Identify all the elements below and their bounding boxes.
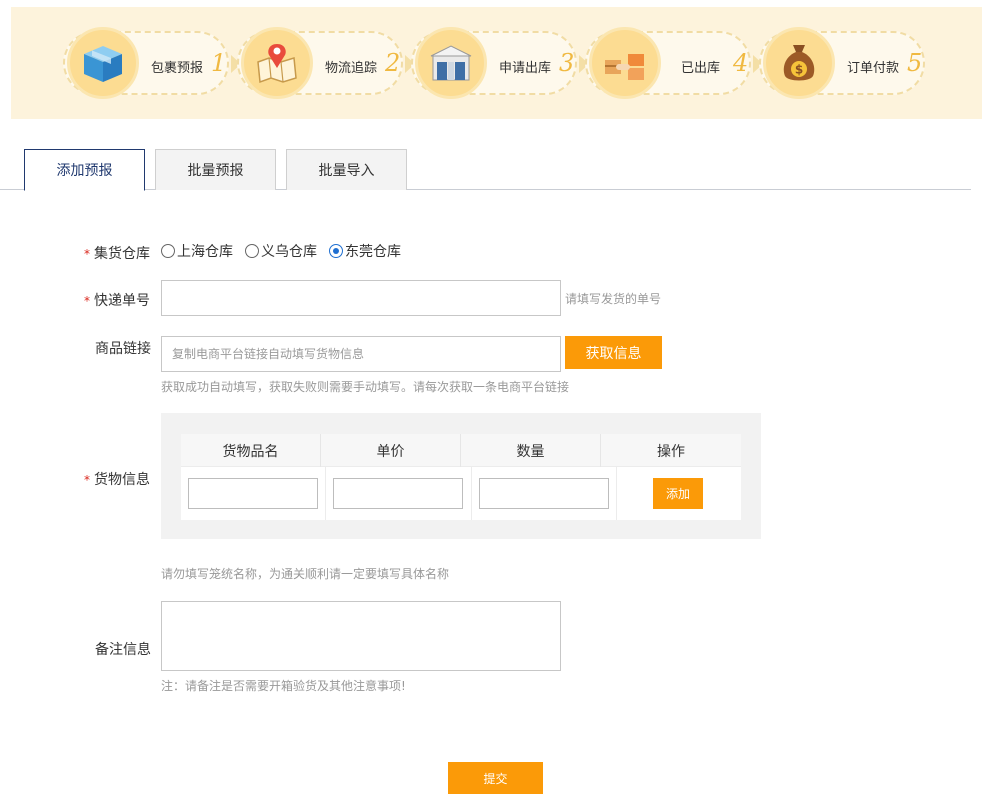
step-label: 申请出库 <box>499 61 552 76</box>
step-number: 3 <box>559 49 575 77</box>
goods-info-label-text: 货物信息 <box>94 472 150 488</box>
unit-price-input[interactable] <box>333 478 463 509</box>
step-apply-outbound: 申请出库 3 <box>411 25 591 101</box>
tracking-hint: 请填写发货的单号 <box>565 292 662 306</box>
tracking-label-text: 快递单号 <box>94 293 150 309</box>
tab-add-forecast[interactable]: 添加预报 <box>24 149 145 191</box>
radio-label: 义乌仓库 <box>261 244 317 260</box>
product-link-label: 商品链接 <box>95 341 151 357</box>
step-package-forecast: 包裹预报 1 <box>63 25 243 101</box>
goods-table-header: 货物品名 单价 数量 操作 <box>181 434 741 467</box>
required-mark: * <box>84 247 90 261</box>
quantity-cell <box>472 467 617 520</box>
step-label: 订单付款 <box>847 61 900 76</box>
add-goods-button[interactable]: 添加 <box>653 478 703 509</box>
required-mark: * <box>84 473 90 487</box>
radio-label: 东莞仓库 <box>345 244 401 260</box>
step-shipped-out: 已出库 4 <box>585 25 765 101</box>
submit-button[interactable]: 提交 <box>448 762 543 794</box>
goods-info-hint: 请勿填写笼统名称，为通关顺利请一定要填写具体名称 <box>161 567 450 581</box>
svg-text:$: $ <box>795 63 803 77</box>
required-mark: * <box>84 294 90 308</box>
warehouse-label-text: 集货仓库 <box>94 246 150 262</box>
map-pin-icon <box>241 27 313 99</box>
step-number: 1 <box>211 49 227 77</box>
column-header-goods-name: 货物品名 <box>181 434 321 467</box>
step-number: 4 <box>733 49 749 77</box>
actions-cell: 添加 <box>617 467 741 520</box>
remark-textarea[interactable] <box>161 601 561 671</box>
remark-hint: 注：请备注是否需要开箱验货及其他注意事项! <box>161 679 406 693</box>
goods-table: 货物品名 单价 数量 操作 添加 <box>181 434 741 520</box>
unit-price-cell <box>326 467 472 520</box>
goods-info-label: * 货物信息 <box>84 469 150 489</box>
fetch-info-button[interactable]: 获取信息 <box>565 336 662 369</box>
tab-batch-import[interactable]: 批量导入 <box>286 149 407 190</box>
tab-batch-forecast[interactable]: 批量预报 <box>155 149 276 190</box>
tracking-label: * 快递单号 <box>84 290 150 310</box>
money-bag-icon: $ <box>763 27 835 99</box>
radio-circle[interactable] <box>161 244 175 258</box>
radio-circle[interactable] <box>245 244 259 258</box>
step-order-payment: $ 订单付款 5 <box>759 25 939 101</box>
column-header-quantity: 数量 <box>461 434 601 467</box>
goods-name-cell <box>181 467 326 520</box>
warehouse-label: * 集货仓库 <box>84 243 150 263</box>
tracking-number-input[interactable] <box>161 280 561 316</box>
step-logistics-tracking: 物流追踪 2 <box>237 25 417 101</box>
step-label: 已出库 <box>681 61 721 76</box>
warehouse-radio-group: 上海仓库 义乌仓库 东莞仓库 <box>161 241 413 261</box>
quantity-input[interactable] <box>479 478 609 509</box>
tab-bar: 添加预报 批量预报 批量导入 <box>0 149 971 191</box>
step-number: 5 <box>907 49 923 77</box>
process-steps-banner: 包裹预报 1 物流追踪 2 申请出库 3 已出库 4 $ 订单付款 5 <box>11 7 982 119</box>
remark-label: 备注信息 <box>95 642 151 658</box>
warehouse-icon <box>415 27 487 99</box>
product-link-input[interactable] <box>161 336 561 372</box>
column-header-actions: 操作 <box>657 443 685 460</box>
radio-circle[interactable] <box>329 244 343 258</box>
step-label: 包裹预报 <box>151 61 204 76</box>
radio-label: 上海仓库 <box>177 244 233 260</box>
column-header-unit-price: 单价 <box>321 434 461 467</box>
radio-yiwu-warehouse[interactable]: 义乌仓库 <box>245 241 317 261</box>
package-box-icon <box>67 27 139 99</box>
goods-name-input[interactable] <box>188 478 318 509</box>
radio-shanghai-warehouse[interactable]: 上海仓库 <box>161 241 233 261</box>
goods-info-panel: 货物品名 单价 数量 操作 添加 <box>161 413 761 539</box>
radio-dongguan-warehouse[interactable]: 东莞仓库 <box>329 241 401 261</box>
step-number: 2 <box>385 49 401 77</box>
step-label: 物流追踪 <box>325 61 378 76</box>
boxes-handoff-icon <box>589 27 661 99</box>
product-link-hint: 获取成功自动填写，获取失败则需要手动填写。请每次获取一条电商平台链接 <box>161 380 570 394</box>
